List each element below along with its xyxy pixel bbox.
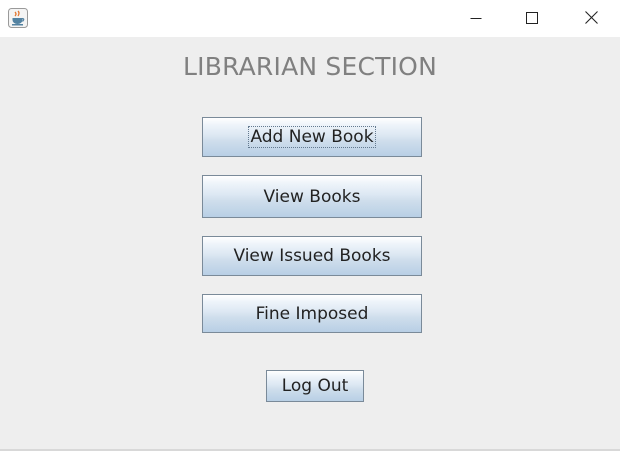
maximize-icon bbox=[526, 9, 538, 28]
close-button[interactable] bbox=[562, 0, 620, 37]
minimize-button[interactable] bbox=[448, 0, 504, 37]
page-title: LIBRARIAN SECTION bbox=[183, 52, 437, 81]
view-books-button[interactable]: View Books bbox=[202, 175, 422, 218]
view-books-label: View Books bbox=[263, 186, 361, 207]
java-cup-icon[interactable] bbox=[8, 8, 28, 28]
view-issued-books-button[interactable]: View Issued Books bbox=[202, 236, 422, 276]
maximize-button[interactable] bbox=[504, 0, 560, 37]
fine-imposed-label: Fine Imposed bbox=[255, 303, 369, 324]
log-out-label: Log Out bbox=[281, 376, 349, 396]
minimize-icon bbox=[470, 9, 482, 28]
fine-imposed-button[interactable]: Fine Imposed bbox=[202, 294, 422, 333]
close-icon bbox=[584, 9, 598, 28]
log-out-button[interactable]: Log Out bbox=[266, 370, 364, 402]
add-new-book-label: Add New Book bbox=[248, 126, 376, 148]
view-issued-books-label: View Issued Books bbox=[233, 246, 391, 266]
add-new-book-button[interactable]: Add New Book bbox=[202, 117, 422, 157]
window-titlebar bbox=[0, 0, 620, 37]
